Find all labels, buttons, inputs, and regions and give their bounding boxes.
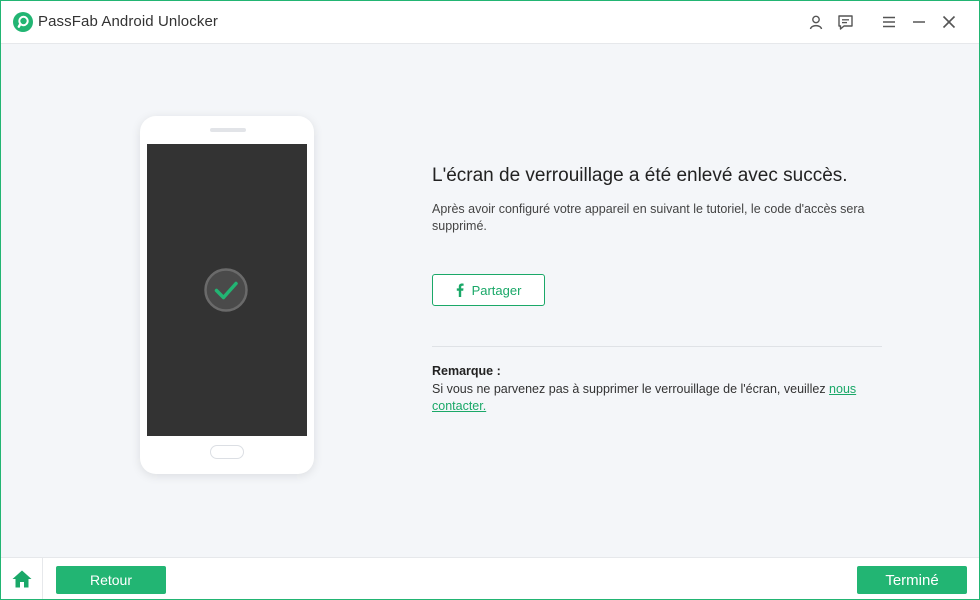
back-button[interactable]: Retour	[56, 566, 166, 594]
phone-screen	[147, 144, 307, 436]
phone-home-key	[210, 445, 244, 459]
note-text: Si vous ne parvenez pas à supprimer le v…	[432, 381, 882, 415]
divider	[432, 346, 882, 347]
minimize-button[interactable]	[909, 12, 929, 32]
passfab-logo-icon	[13, 12, 33, 32]
feedback-button[interactable]	[835, 12, 855, 32]
close-icon	[942, 15, 956, 29]
success-description: Après avoir configuré votre appareil en …	[432, 202, 865, 233]
home-icon	[12, 570, 31, 588]
app-window: PassFab Android Unlocker L'écran de verr…	[0, 0, 980, 600]
share-button[interactable]: Partager	[432, 274, 545, 306]
user-button[interactable]	[806, 12, 826, 32]
facebook-icon	[456, 283, 464, 297]
app-title: PassFab Android Unlocker	[38, 13, 218, 30]
close-button[interactable]	[939, 12, 959, 32]
success-headline: L'écran de verrouillage a été enlevé ave…	[432, 165, 848, 186]
note-body: Si vous ne parvenez pas à supprimer le v…	[432, 382, 830, 396]
user-icon	[809, 15, 823, 30]
phone-illustration	[140, 116, 314, 474]
home-button[interactable]	[1, 558, 43, 599]
title-bar: PassFab Android Unlocker	[1, 1, 979, 44]
minimize-icon	[913, 21, 925, 23]
feedback-icon	[837, 14, 853, 30]
check-circle-icon	[204, 268, 248, 312]
bottom-bar: Retour Terminé	[1, 557, 979, 599]
phone-speaker	[210, 128, 246, 132]
menu-icon	[883, 16, 895, 28]
menu-button[interactable]	[879, 12, 899, 32]
done-button[interactable]: Terminé	[857, 566, 967, 594]
share-button-label: Partager	[471, 282, 522, 298]
note-title: Remarque :	[432, 364, 501, 378]
